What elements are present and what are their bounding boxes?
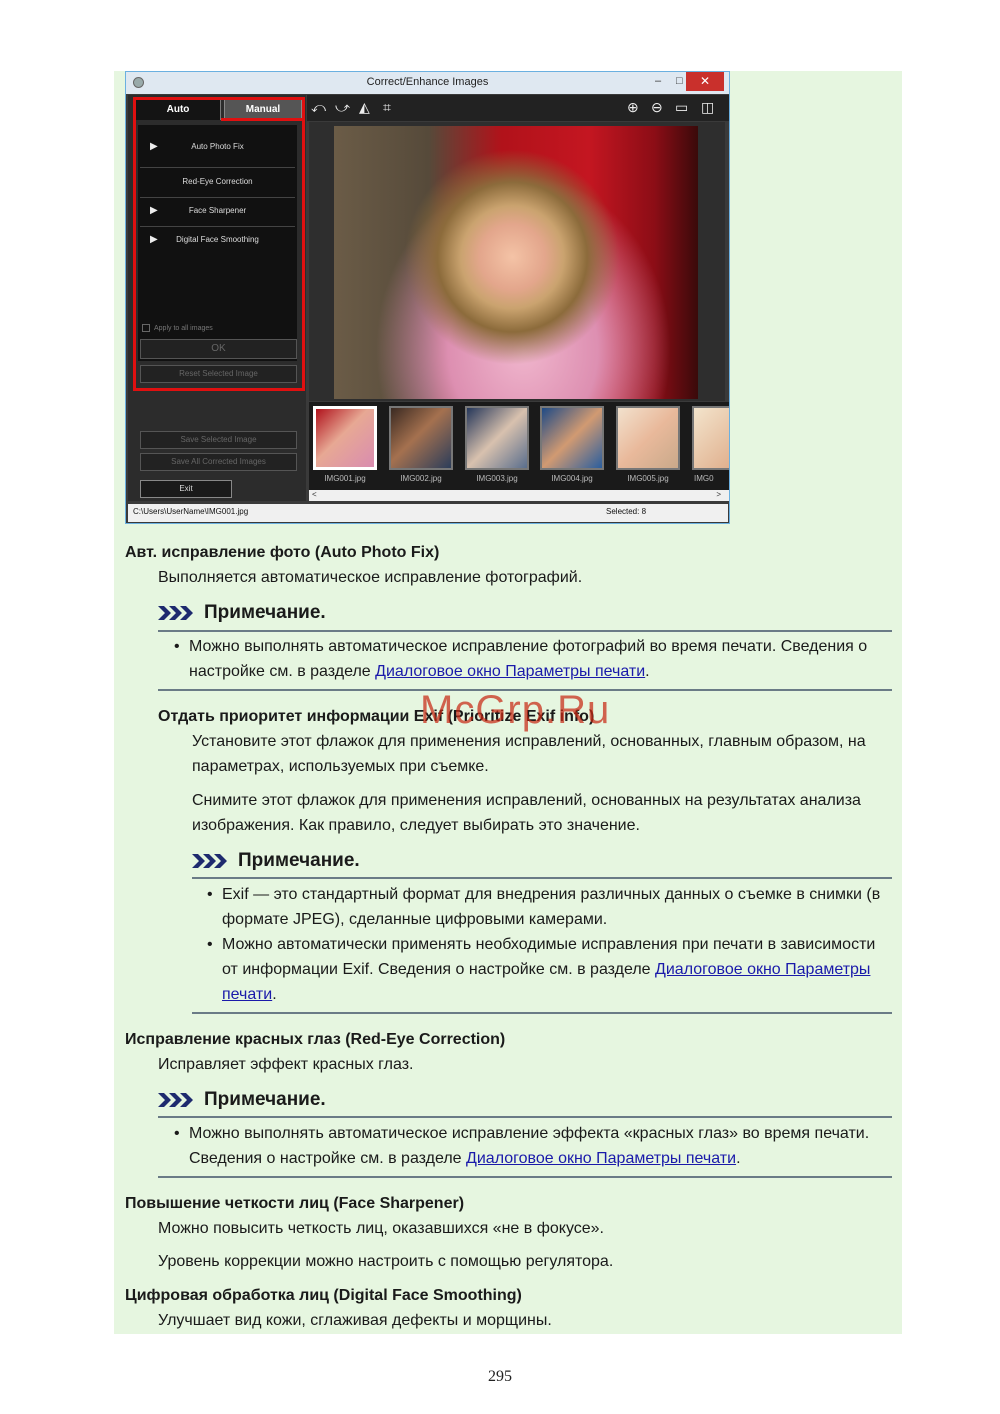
status-selected: Selected: 8 <box>606 507 647 516</box>
bullet-icon: • <box>207 936 213 953</box>
note-rule-top <box>192 877 892 879</box>
thumbnail-label: IMG001.jpg <box>324 474 366 483</box>
note-chevron-icon <box>158 605 193 620</box>
thumbnail-scrollbar[interactable]: < > <box>309 490 729 501</box>
thumbnail-img005[interactable] <box>616 406 680 470</box>
save-all-button[interactable]: Save All Corrected Images <box>140 453 297 471</box>
bullet-icon: • <box>207 886 213 903</box>
bullet-icon: • <box>174 1125 180 1142</box>
note-heading: Примечание. <box>158 1089 326 1111</box>
full-screen-icon[interactable]: ▭ <box>675 99 688 116</box>
note-label: Примечание. <box>204 1089 326 1110</box>
preview-photo <box>334 126 698 399</box>
thumbnail-label: IMG003.jpg <box>476 474 518 483</box>
print-settings-link[interactable]: Диалоговое окно Параметры печати <box>375 663 645 680</box>
watermark: McGrp.Ru <box>420 688 611 732</box>
compare-view-icon[interactable]: ◫ <box>701 99 714 116</box>
crop-icon[interactable]: ⌗ <box>383 99 391 116</box>
zoom-in-icon[interactable]: ⊕ <box>627 99 639 116</box>
window-titlebar: Correct/Enhance Images – □ ✕ <box>126 72 729 94</box>
note-label: Примечание. <box>204 602 326 623</box>
section-p1-prioritize-exif: Установите этот флажок для применения ис… <box>192 733 866 775</box>
note-text-tail: . <box>272 986 277 1003</box>
note-text-tail: . <box>645 663 650 680</box>
exit-button[interactable]: Exit <box>140 480 232 498</box>
section-title-digital-face-smoothing: Цифровая обработка лиц (Digital Face Smo… <box>125 1287 522 1304</box>
rotate-left-icon[interactable]: ⤺ <box>311 99 326 116</box>
thumbnail-img006[interactable] <box>692 406 729 470</box>
scroll-left-icon[interactable]: < <box>312 490 317 499</box>
section-p1-face-sharpener: Можно повысить четкость лиц, оказавшихся… <box>158 1220 604 1237</box>
save-selected-button[interactable]: Save Selected Image <box>140 431 297 449</box>
thumbnail-img002[interactable] <box>389 406 453 470</box>
section-title-face-sharpener: Повышение четкости лиц (Face Sharpener) <box>125 1195 465 1212</box>
note-rule-top <box>158 1116 892 1118</box>
status-path: C:\Users\UserName\IMG001.jpg <box>133 507 249 516</box>
correct-enhance-window: Correct/Enhance Images – □ ✕ Auto Manual… <box>125 71 730 524</box>
section-desc-auto-photo-fix: Выполняется автоматическое исправление ф… <box>158 569 583 586</box>
note-exif-auto: Можно автоматически применять необходимы… <box>222 932 892 1007</box>
page-number: 295 <box>488 1368 512 1385</box>
minimize-icon[interactable]: – <box>655 75 661 87</box>
section-p2-prioritize-exif: Снимите этот флажок для применения испра… <box>192 792 861 834</box>
bullet-icon: • <box>174 638 180 655</box>
zoom-out-icon[interactable]: ⊖ <box>651 99 663 116</box>
note-exif-definition: Exif — это стандартный формат для внедре… <box>222 886 881 928</box>
thumbnail-img004[interactable] <box>540 406 604 470</box>
note-text: Можно выполнять автоматическое исправлен… <box>189 1121 879 1171</box>
section-p2-face-sharpener: Уровень коррекции можно настроить с помо… <box>158 1253 614 1270</box>
section-desc-digital-face-smoothing: Улучшает вид кожи, сглаживая дефекты и м… <box>158 1312 552 1329</box>
maximize-icon[interactable]: □ <box>676 75 683 87</box>
section-desc-red-eye: Исправляет эффект красных глаз. <box>158 1056 414 1073</box>
note-heading: Примечание. <box>158 602 326 624</box>
note-rule-bottom <box>192 1012 892 1014</box>
close-icon[interactable]: ✕ <box>686 72 724 91</box>
toolbar: ⤺ ⤻ ◭ ⌗ ⊕ ⊖ ▭ ◫ <box>307 95 729 121</box>
print-settings-link[interactable]: Диалоговое окно Параметры печати <box>466 1150 736 1167</box>
status-bar: C:\Users\UserName\IMG001.jpg Selected: 8 <box>128 504 728 522</box>
thumbnail-label: IMG004.jpg <box>551 474 593 483</box>
section-title-auto-photo-fix: Авт. исправление фото (Auto Photo Fix) <box>125 544 440 561</box>
note-rule-top <box>158 630 892 632</box>
section-title-red-eye: Исправление красных глаз (Red-Eye Correc… <box>125 1031 506 1048</box>
thumbnail-label: IMG002.jpg <box>400 474 442 483</box>
scroll-right-icon[interactable]: > <box>716 490 721 499</box>
window-title: Correct/Enhance Images <box>366 76 489 88</box>
note-chevron-icon <box>158 1092 193 1107</box>
note-chevron-icon <box>192 853 227 868</box>
thumbnail-label: IMG0 <box>694 474 714 483</box>
note-label: Примечание. <box>238 850 360 871</box>
thumbnail-img003[interactable] <box>465 406 529 470</box>
thumbnail-strip: IMG001.jpg IMG002.jpg IMG003.jpg IMG004.… <box>309 402 729 490</box>
note-text: Можно выполнять автоматическое исправлен… <box>189 634 892 684</box>
left-panel: Auto Manual ▶ Auto Photo Fix Red-Eye Cor… <box>128 95 306 501</box>
flip-icon[interactable]: ◭ <box>359 99 370 116</box>
highlight-box <box>133 97 305 391</box>
note-rule-bottom <box>158 1176 892 1178</box>
thumbnail-img001[interactable] <box>313 406 377 470</box>
rotate-right-icon[interactable]: ⤻ <box>335 99 350 116</box>
preview-area <box>309 122 725 401</box>
note-heading: Примечание. <box>192 850 360 872</box>
note-text-tail: . <box>736 1150 741 1167</box>
thumbnail-label: IMG005.jpg <box>627 474 669 483</box>
